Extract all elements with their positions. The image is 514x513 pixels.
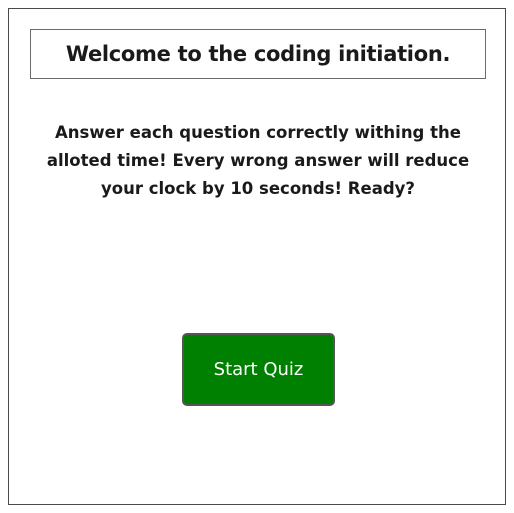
quiz-instructions: Answer each question correctly withing t…	[46, 123, 470, 198]
start-quiz-button[interactable]: Start Quiz	[182, 333, 335, 406]
page-title: Welcome to the coding initiation.	[65, 42, 451, 66]
title-box: Welcome to the coding initiation.	[30, 29, 486, 79]
quiz-card: Welcome to the coding initiation. Answer…	[8, 8, 506, 505]
